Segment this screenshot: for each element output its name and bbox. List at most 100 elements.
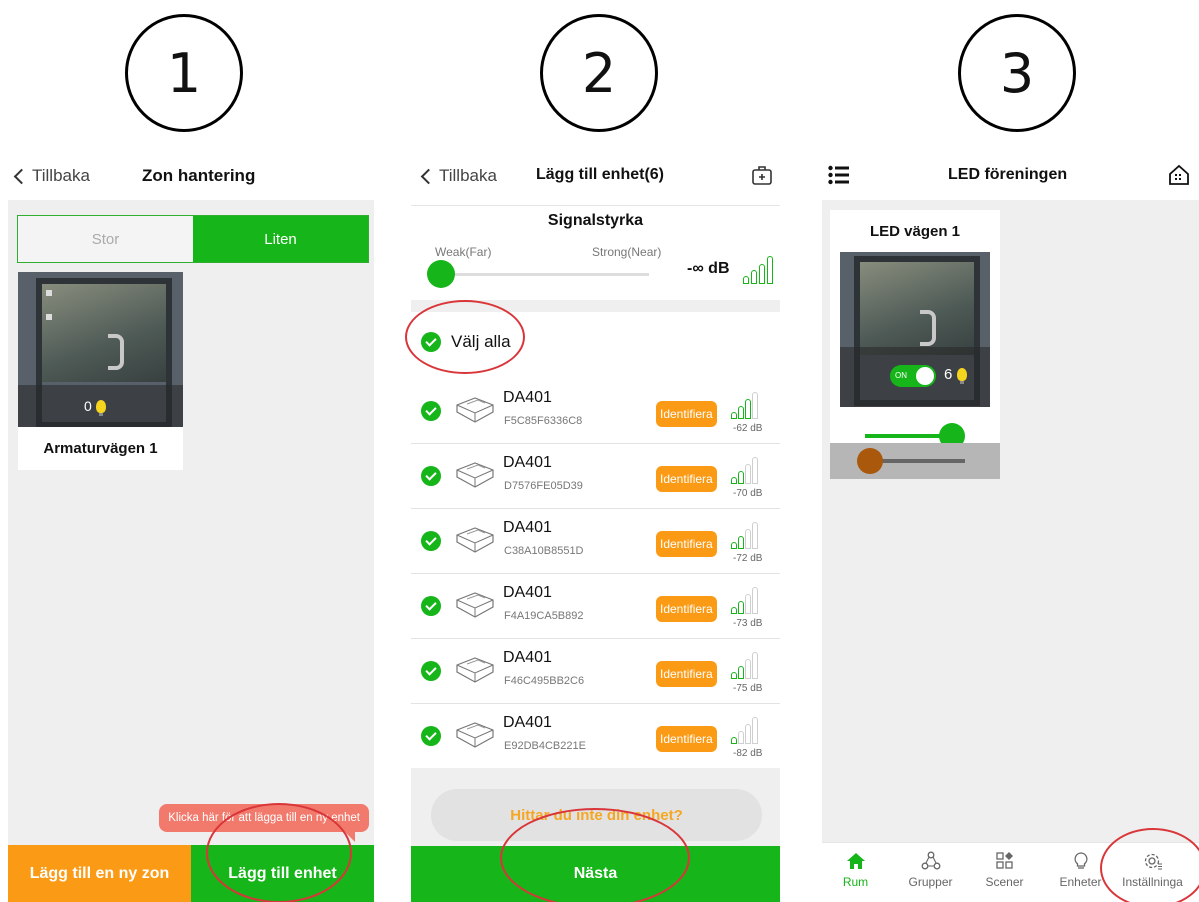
- add-zone-button[interactable]: Lägg till en ny zon: [8, 845, 191, 902]
- zone-card[interactable]: 0 Armaturvägen 1: [18, 272, 183, 470]
- settings-gear-icon: [1144, 853, 1162, 870]
- signal-strength-icon: [731, 454, 765, 484]
- back-button[interactable]: Tillbaka: [420, 166, 497, 186]
- toggle-on-label: ON: [895, 371, 907, 380]
- select-all-row[interactable]: Välj alla: [411, 312, 780, 379]
- identify-button[interactable]: Identifiera: [656, 726, 717, 752]
- top-bar: Tillbaka Zon hantering: [8, 150, 374, 200]
- step-2-circle: 2: [540, 14, 658, 132]
- device-db: -62 dB: [733, 423, 763, 434]
- device-check-icon[interactable]: [421, 531, 441, 551]
- device-name: DA401: [503, 584, 552, 601]
- tab-rum[interactable]: Rum: [822, 849, 893, 889]
- device-id: D7576FE05D39: [504, 480, 583, 492]
- device-db: -73 dB: [733, 618, 763, 629]
- device-name: DA401: [503, 389, 552, 406]
- next-button[interactable]: Nästa: [411, 846, 780, 902]
- device-name: DA401: [503, 649, 552, 666]
- back-label: Tillbaka: [32, 166, 90, 185]
- color-temp-bar: [830, 443, 1000, 479]
- identify-button[interactable]: Identifiera: [656, 531, 717, 557]
- step-1-circle: 1: [125, 14, 243, 132]
- signal-strength-icon: [743, 254, 777, 284]
- page-title: Zon hantering: [142, 166, 256, 185]
- zone-light-count: 0: [84, 398, 92, 414]
- top-bar: LED föreningen: [822, 150, 1199, 200]
- segment-liten[interactable]: Liten: [193, 216, 368, 262]
- identify-button[interactable]: Identifiera: [656, 661, 717, 687]
- add-device-button[interactable]: Lägg till enhet: [191, 845, 374, 902]
- identify-button[interactable]: Identifiera: [656, 596, 717, 622]
- list-menu-icon[interactable]: [828, 165, 850, 185]
- tab-grupper[interactable]: Grupper: [893, 849, 968, 889]
- device-row[interactable]: DA401 F4A19CA5B892 Identifiera -73 dB: [411, 574, 780, 639]
- first-aid-kit-icon[interactable]: [751, 164, 773, 186]
- device-row[interactable]: DA401 D7576FE05D39 Identifiera -70 dB: [411, 444, 780, 509]
- tab-enheter[interactable]: Enheter: [1043, 849, 1118, 889]
- room-card[interactable]: LED vägen 1 ON 6: [830, 210, 1000, 479]
- signal-slider-knob[interactable]: [427, 260, 455, 288]
- device-check-icon[interactable]: [421, 401, 441, 421]
- device-not-found-button[interactable]: Hittar du inte din enhet?: [431, 789, 762, 841]
- device-row[interactable]: DA401 C38A10B8551D Identifiera -72 dB: [411, 509, 780, 574]
- device-db: -72 dB: [733, 553, 763, 564]
- tab-rum-label: Rum: [842, 875, 869, 889]
- device-id: E92DB4CB221E: [504, 740, 586, 752]
- back-button[interactable]: Tillbaka: [13, 166, 90, 186]
- bottom-tab-bar: Rum Grupper Scener Enheter Inställninga: [822, 842, 1199, 902]
- db-readout: -∞ dB: [687, 260, 730, 277]
- signal-strength-icon: [731, 389, 765, 419]
- signal-strength-icon: [731, 584, 765, 614]
- color-temp-slider[interactable]: [857, 447, 965, 475]
- signal-title: Signalstyrka: [547, 212, 644, 229]
- bulb-icon: [957, 368, 968, 384]
- color-temp-slider-knob[interactable]: [857, 448, 883, 474]
- device-id: F4A19CA5B892: [504, 610, 584, 622]
- led-home-screen: LED föreningen LED vägen 1 ON 6 Rum Grup…: [822, 150, 1199, 902]
- signal-strength-icon: [731, 714, 765, 744]
- device-check-icon[interactable]: [421, 661, 441, 681]
- page-title: LED föreningen: [948, 166, 1068, 183]
- top-bar: Tillbaka Lägg till enhet(6): [411, 150, 780, 200]
- tab-installningar-label: Inställninga: [1122, 875, 1183, 889]
- tab-enheter-label: Enheter: [1059, 875, 1102, 889]
- building-home-icon[interactable]: [1168, 164, 1190, 186]
- device-sensor-icon: [456, 592, 494, 618]
- device-db: -82 dB: [733, 748, 763, 759]
- device-row[interactable]: DA401 F5C85F6336C8 Identifiera -62 dB: [411, 379, 780, 444]
- device-id: F5C85F6336C8: [504, 415, 583, 427]
- signal-slider[interactable]: [441, 273, 649, 276]
- zone-management-screen: Tillbaka Zon hantering Stor Liten 0 Arma…: [8, 150, 374, 902]
- select-all-check-icon[interactable]: [421, 332, 441, 352]
- device-row[interactable]: DA401 E92DB4CB221E Identifiera -82 dB: [411, 704, 780, 769]
- groups-icon: [921, 851, 940, 870]
- tab-scener[interactable]: Scener: [967, 849, 1042, 889]
- chevron-left-icon: [420, 168, 437, 184]
- device-check-icon[interactable]: [421, 596, 441, 616]
- device-db: -75 dB: [733, 683, 763, 694]
- home-icon: [846, 853, 865, 869]
- device-sensor-icon: [456, 527, 494, 553]
- segment-stor[interactable]: Stor: [18, 216, 193, 262]
- zone-name: Armaturvägen 1: [43, 440, 158, 457]
- size-segmented-control: Stor Liten: [17, 215, 369, 263]
- room-name: LED vägen 1: [869, 223, 961, 240]
- back-label: Tillbaka: [439, 166, 497, 185]
- device-check-icon[interactable]: [421, 726, 441, 746]
- device-sensor-icon: [456, 462, 494, 488]
- identify-button[interactable]: Identifiera: [656, 466, 717, 492]
- room-photo: ON 6: [840, 252, 990, 407]
- tab-installningar[interactable]: Inställninga: [1115, 849, 1190, 889]
- identify-button[interactable]: Identifiera: [656, 401, 717, 427]
- device-sensor-icon: [456, 722, 494, 748]
- add-device-screen: Tillbaka Lägg till enhet(6) Signalstyrka…: [411, 150, 780, 902]
- step-3-circle: 3: [958, 14, 1076, 132]
- select-all-label: Välj alla: [451, 332, 511, 351]
- tab-scener-label: Scener: [985, 875, 1024, 889]
- device-check-icon[interactable]: [421, 466, 441, 486]
- device-row[interactable]: DA401 F46C495BB2C6 Identifiera -75 dB: [411, 639, 780, 704]
- room-power-toggle[interactable]: ON: [890, 365, 936, 387]
- chevron-left-icon: [13, 168, 30, 184]
- lightbulb-icon: [1073, 852, 1088, 869]
- zone-photo: 0: [18, 272, 183, 427]
